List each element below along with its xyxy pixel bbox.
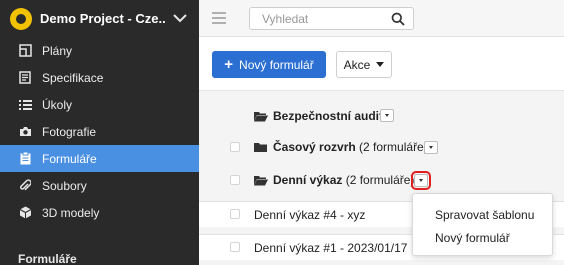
folder-name: Bezpečnostní audit	[273, 109, 384, 123]
menu-item-new-form[interactable]: Nový formulář	[435, 231, 510, 245]
row-checkbox[interactable]	[230, 242, 240, 252]
folder-label: Denní výkaz (2 formuláře)	[273, 173, 414, 187]
folder-icon	[254, 142, 267, 153]
sidebar-item-label: Plány	[42, 43, 73, 58]
search-box	[249, 7, 414, 30]
folder-row[interactable]: Časový rozvrh (2 formuláře)	[199, 133, 564, 161]
project-switcher[interactable]: Demo Project - Cze...	[0, 0, 199, 37]
sidebar-item-fotografie[interactable]: Fotografie	[0, 118, 199, 145]
folder-row[interactable]: Denní výkaz (2 formuláře)	[199, 166, 564, 194]
sidebar: Demo Project - Cze... Plány Specifikace …	[0, 0, 199, 265]
folder-name: Časový rozvrh	[273, 140, 356, 154]
sidebar-section-title: Formuláře	[18, 252, 77, 265]
list-icon	[18, 98, 32, 112]
folder-caret-button-active[interactable]	[411, 171, 431, 190]
row-checkbox[interactable]	[230, 142, 240, 152]
sidebar-item-formulare[interactable]: Formuláře	[0, 145, 199, 172]
folder-count: (2 formuláře)	[359, 140, 428, 154]
plus-icon: +	[224, 56, 234, 73]
folder-open-icon	[254, 175, 268, 186]
clipboard-icon	[18, 152, 32, 166]
sidebar-item-label: Formuláře	[42, 151, 97, 166]
sidebar-item-label: 3D modely	[42, 205, 100, 220]
folder-name: Denní výkaz	[273, 173, 343, 187]
toolbar: + Nový formulář Akce	[199, 37, 564, 91]
sidebar-nav: Plány Specifikace Úkoly Fotografie Formu…	[0, 37, 199, 226]
new-form-label: Nový formulář	[239, 57, 314, 72]
folder-dropdown-menu: Spravovat šablonu Nový formulář	[412, 193, 553, 256]
sidebar-item-label: Fotografie	[42, 124, 97, 139]
search-icon[interactable]	[391, 12, 405, 26]
sidebar-item-plany[interactable]: Plány	[0, 37, 199, 64]
folder-caret-button[interactable]	[424, 141, 438, 154]
top-bar	[199, 0, 564, 37]
chevron-down-icon[interactable]	[171, 10, 189, 28]
document-icon	[18, 71, 32, 85]
folder-count: (2 formuláře)	[345, 173, 415, 187]
project-name: Demo Project - Cze...	[40, 11, 165, 26]
sidebar-item-label: Specifikace	[42, 70, 104, 85]
folder-label: Bezpečnostní audit	[273, 109, 383, 123]
hamburger-menu-icon[interactable]	[212, 12, 226, 24]
paperclip-icon	[18, 179, 32, 193]
search-input[interactable]	[262, 11, 382, 27]
menu-item-manage-template[interactable]: Spravovat šablonu	[435, 208, 534, 222]
folder-caret-button[interactable]	[380, 109, 394, 122]
sidebar-item-specifikace[interactable]: Specifikace	[0, 64, 199, 91]
sidebar-item-soubory[interactable]: Soubory	[0, 172, 199, 199]
actions-label: Akce	[343, 57, 371, 72]
form-title[interactable]: Denní výkaz #1 - 2023/01/17	[254, 241, 407, 255]
cube-icon	[18, 206, 32, 220]
folder-open-icon	[254, 111, 268, 122]
row-checkbox[interactable]	[230, 209, 240, 219]
row-checkbox[interactable]	[230, 175, 240, 185]
map-icon	[18, 44, 32, 58]
sidebar-item-ukoly[interactable]: Úkoly	[0, 91, 199, 118]
folder-label: Časový rozvrh (2 formuláře)	[273, 140, 428, 154]
caret-down-icon	[376, 62, 385, 67]
new-form-button[interactable]: + Nový formulář	[212, 51, 326, 78]
sidebar-item-label: Úkoly	[42, 97, 73, 112]
camera-icon	[18, 125, 32, 139]
sidebar-item-3d-modely[interactable]: 3D modely	[0, 199, 199, 226]
sidebar-item-label: Soubory	[42, 178, 87, 193]
actions-button[interactable]: Akce	[336, 51, 392, 78]
project-logo-icon	[10, 7, 32, 30]
folder-row[interactable]: Bezpečnostní audit	[199, 102, 564, 130]
form-title[interactable]: Denní výkaz #4 - xyz	[254, 208, 365, 222]
